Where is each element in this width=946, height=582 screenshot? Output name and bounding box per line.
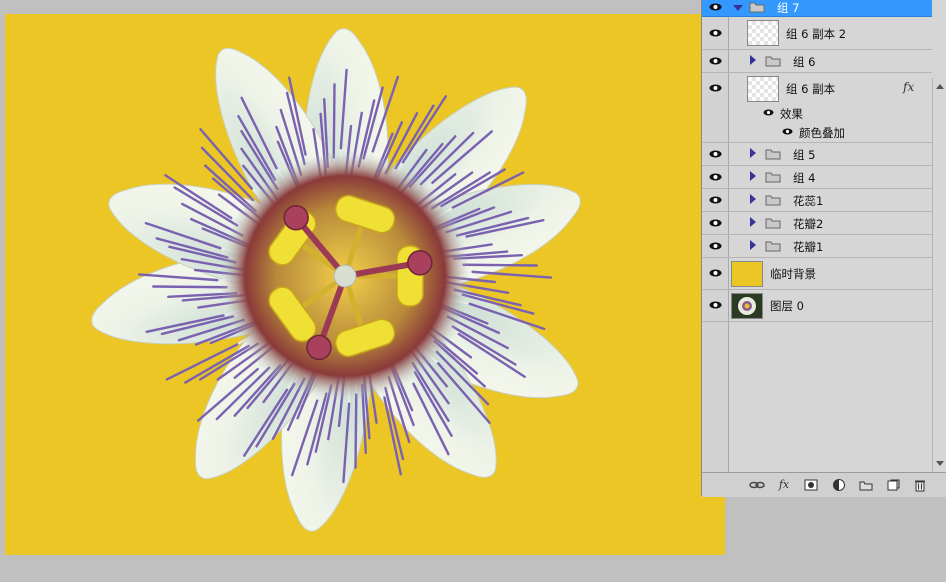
new-layer-icon[interactable] xyxy=(886,478,900,492)
eye-icon[interactable] xyxy=(709,196,722,204)
layers-scrollbar[interactable] xyxy=(932,78,946,472)
filament-purple xyxy=(332,83,336,159)
eye-icon[interactable] xyxy=(709,84,722,92)
folder-icon xyxy=(765,171,781,183)
folder-icon xyxy=(765,55,781,67)
eye-icon[interactable] xyxy=(709,150,722,158)
layer-thumbnail xyxy=(731,293,763,319)
effect-name: 颜色叠加 xyxy=(799,126,845,140)
adjustment-icon[interactable] xyxy=(832,478,846,492)
layer-name: 组 6 副本 2 xyxy=(786,27,847,41)
layer-row-layer-0[interactable]: 图层 0 xyxy=(702,290,932,322)
folder-icon xyxy=(765,240,781,252)
document-canvas[interactable] xyxy=(5,14,725,555)
effects-label: 效果 xyxy=(780,107,803,121)
filament-purple xyxy=(462,263,538,267)
passion-flower-image xyxy=(5,14,725,555)
layer-name: 组 7 xyxy=(777,1,800,15)
fx-icon[interactable]: fx xyxy=(777,478,791,492)
eye-icon[interactable] xyxy=(709,173,722,181)
layer-row-temp-background[interactable]: 临时背景 xyxy=(702,258,932,290)
layer-row-group-4[interactable]: 组 4 xyxy=(702,166,932,189)
layer-name: 花瓣2 xyxy=(793,217,824,231)
filament-purple xyxy=(354,393,358,469)
layer-row-group-7[interactable]: 组 7 xyxy=(702,0,932,17)
eye-icon[interactable] xyxy=(709,3,722,11)
layer-thumbnail xyxy=(747,20,779,46)
layer-row-stamen-1[interactable]: 花蕊1 xyxy=(702,189,932,212)
filament-purple xyxy=(152,285,228,289)
eye-icon[interactable] xyxy=(709,301,722,309)
layer-name: 组 6 xyxy=(793,55,816,69)
layer-row-petal-1[interactable]: 花瓣1 xyxy=(702,235,932,258)
layer-row-petal-2[interactable]: 花瓣2 xyxy=(702,212,932,235)
layer-name: 花瓣1 xyxy=(793,240,824,254)
collapse-arrow-icon[interactable] xyxy=(750,194,756,204)
layer-name: 组 6 副本 xyxy=(786,82,836,96)
layer-name: 花蕊1 xyxy=(793,194,824,208)
collapse-arrow-icon[interactable] xyxy=(750,55,756,65)
expand-arrow-icon[interactable] xyxy=(733,5,743,11)
effect-eye-icon[interactable] xyxy=(782,128,793,136)
eye-icon[interactable] xyxy=(709,219,722,227)
layer-row-group-6-copy[interactable]: 组 6 副本 fx xyxy=(702,73,932,103)
eye-icon[interactable] xyxy=(709,242,722,250)
new-group-icon[interactable] xyxy=(859,478,873,492)
scroll-up-arrow-icon[interactable] xyxy=(936,84,944,89)
layers-panel: 组 7 组 6 副本 2 组 6 组 6 副本 fx 效果 颜色叠加 组 5 组… xyxy=(701,0,946,497)
layer-name: 图层 0 xyxy=(770,299,804,313)
layer-row-group-6[interactable]: 组 6 xyxy=(702,50,932,73)
effect-eye-icon[interactable] xyxy=(763,109,774,117)
effects-header-row[interactable]: 效果 xyxy=(702,104,932,122)
layer-thumbnail xyxy=(731,261,763,287)
eye-icon[interactable] xyxy=(709,269,722,277)
layer-name: 临时背景 xyxy=(770,267,816,281)
eye-icon[interactable] xyxy=(709,29,722,37)
folder-icon xyxy=(765,148,781,160)
folder-icon xyxy=(765,194,781,206)
folder-icon xyxy=(749,1,765,13)
layer-row-group-5[interactable]: 组 5 xyxy=(702,143,932,166)
effect-row-color-overlay[interactable]: 颜色叠加 xyxy=(702,123,932,143)
layer-thumbnail xyxy=(747,76,779,102)
flower-ovary xyxy=(333,264,357,288)
link-icon[interactable] xyxy=(749,478,765,492)
fx-icon[interactable]: fx xyxy=(903,80,914,94)
trash-icon[interactable] xyxy=(913,478,927,492)
collapse-arrow-icon[interactable] xyxy=(750,171,756,181)
layers-panel-footer: fx xyxy=(702,472,946,497)
collapse-arrow-icon[interactable] xyxy=(750,217,756,227)
scroll-down-arrow-icon[interactable] xyxy=(936,461,944,466)
collapse-arrow-icon[interactable] xyxy=(750,148,756,158)
eye-icon[interactable] xyxy=(709,57,722,65)
folder-icon xyxy=(765,217,781,229)
collapse-arrow-icon[interactable] xyxy=(750,240,756,250)
layer-name: 组 4 xyxy=(793,171,816,185)
layer-name: 组 5 xyxy=(793,148,816,162)
mask-icon[interactable] xyxy=(804,478,818,492)
layer-row-group-6-copy-2[interactable]: 组 6 副本 2 xyxy=(702,17,932,50)
